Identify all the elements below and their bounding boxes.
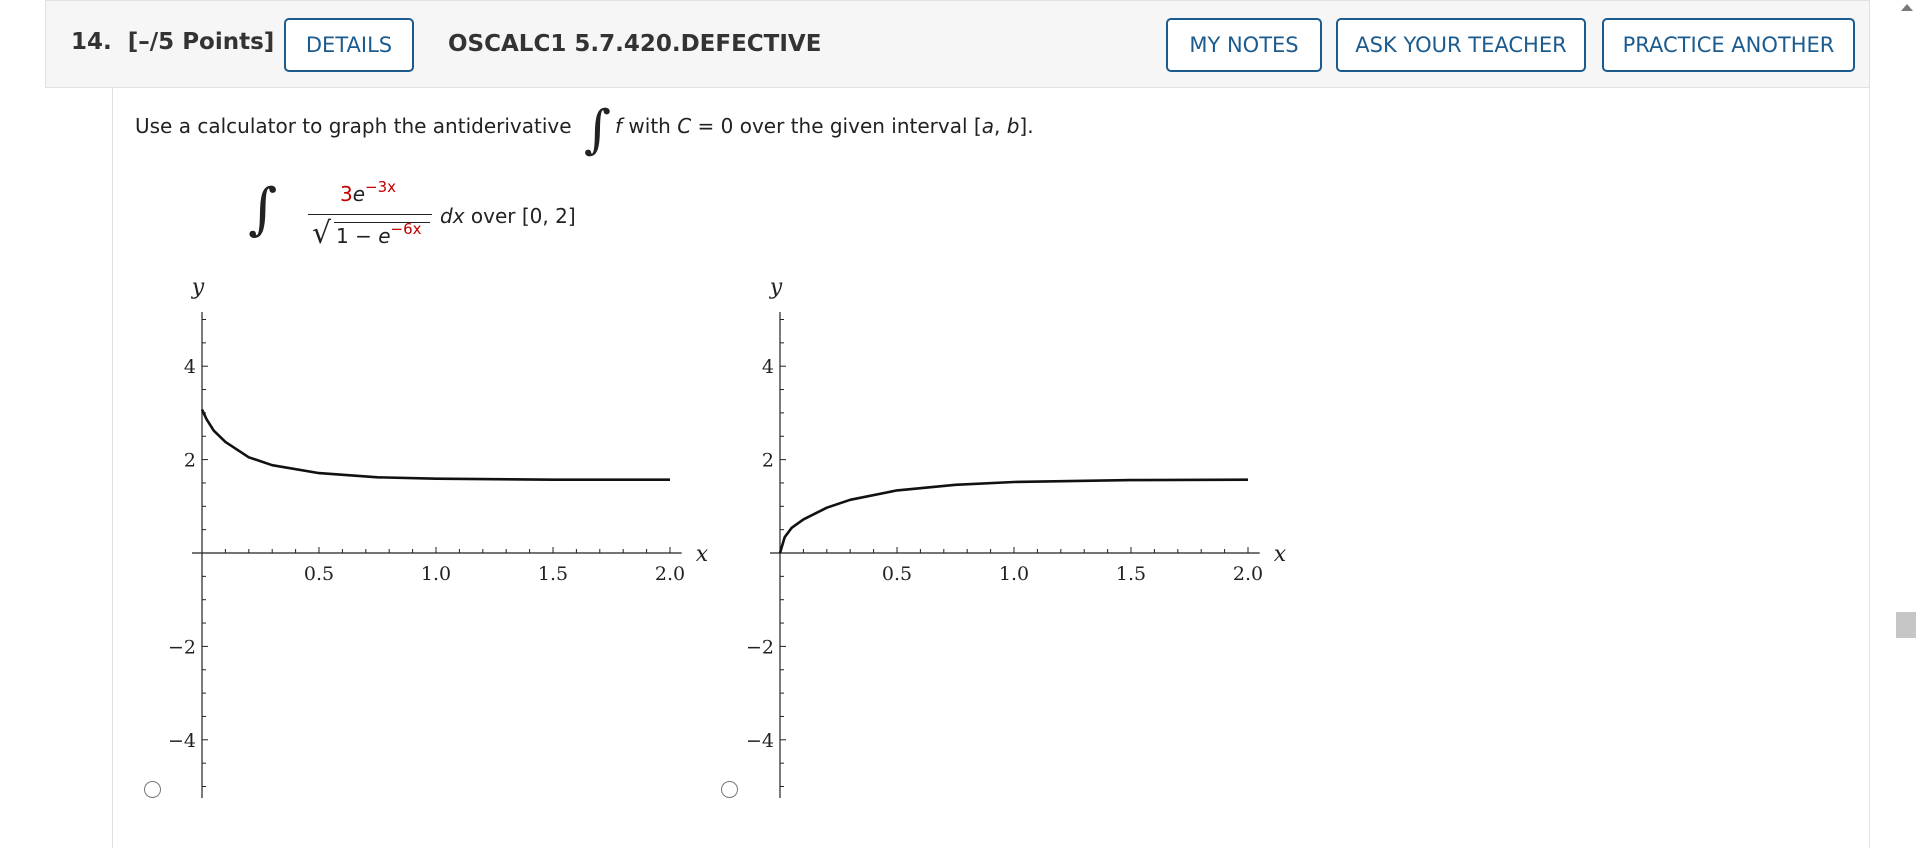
- ask-your-teacher-button[interactable]: ASK YOUR TEACHER: [1336, 18, 1586, 72]
- y-axis-label: y: [191, 275, 205, 300]
- y-tick-label: 4: [184, 356, 196, 378]
- details-button[interactable]: DETAILS: [284, 18, 414, 72]
- question-header: 14. [–/5 Points] DETAILS OSCALC1 5.7.420…: [45, 0, 1870, 88]
- numerator-coef: 3: [340, 182, 353, 206]
- answer-radio-2[interactable]: [721, 781, 738, 798]
- x-axis-label: x: [696, 542, 709, 567]
- denominator-base: e: [378, 224, 391, 248]
- formula-dx: dx: [440, 204, 465, 228]
- x-tick-label: 0.5: [304, 563, 334, 585]
- denominator-prefix: 1 −: [336, 224, 379, 248]
- y-tick-label: −4: [746, 730, 774, 752]
- question-code: OSCALC1 5.7.420.DEFECTIVE: [448, 31, 822, 57]
- question-number-and-points: 14. [–/5 Points]: [71, 29, 274, 55]
- x-tick-label: 1.0: [999, 563, 1029, 585]
- instruction-f: f: [615, 114, 623, 138]
- x-tick-label: 2.0: [655, 563, 685, 585]
- instruction-equals: = 0 over the given interval [: [697, 114, 982, 138]
- answer-radio-1[interactable]: [144, 781, 161, 798]
- practice-another-button[interactable]: PRACTICE ANOTHER: [1602, 18, 1855, 72]
- curve-line: [200, 409, 670, 481]
- question-points: [–/5 Points]: [127, 29, 275, 55]
- sqrt-icon: √: [312, 216, 332, 251]
- curve-line: [778, 478, 1249, 554]
- instruction-text: Use a calculator to graph the antideriva…: [135, 114, 572, 138]
- question-number: 14.: [71, 29, 112, 55]
- formula-suffix: dx over [0, 2]: [440, 204, 576, 228]
- x-tick-label: 2.0: [1233, 563, 1263, 585]
- y-tick-label: −4: [168, 730, 196, 752]
- y-tick-label: 2: [762, 450, 774, 472]
- y-tick-label: 4: [762, 356, 774, 378]
- x-tick-label: 0.5: [882, 563, 912, 585]
- scrollbar-thumb[interactable]: [1896, 612, 1916, 638]
- formula-integral-symbol: ∫: [248, 177, 278, 242]
- formula-interval: over [0, 2]: [470, 204, 576, 228]
- numerator-base: e: [352, 182, 366, 206]
- scroll-up-arrow-icon[interactable]: [1901, 4, 1913, 11]
- answer-graph-1: 0.5 1.0 1.5 2.0 4 2 −2 −4 x y: [168, 275, 709, 798]
- denominator-exponent: −6x: [390, 220, 422, 238]
- x-tick-label: 1.5: [1116, 563, 1146, 585]
- instruction-end: ].: [1019, 114, 1034, 138]
- numerator: 3e−3x: [340, 178, 396, 206]
- my-notes-button[interactable]: MY NOTES: [1166, 18, 1322, 72]
- numerator-exponent: −3x: [365, 178, 397, 196]
- x-axis-label: x: [1274, 542, 1287, 567]
- answer-graph-2: 0.5 1.0 1.5 2.0 4 2 −2 −4 x y: [746, 275, 1287, 798]
- y-axis-label: y: [769, 275, 783, 300]
- x-tick-label: 1.0: [421, 563, 451, 585]
- instruction-C: C: [677, 114, 692, 138]
- instruction-b: b: [1006, 114, 1020, 138]
- fraction-line: [308, 214, 432, 215]
- y-tick-label: −2: [746, 636, 774, 658]
- instruction-with: with: [628, 114, 671, 138]
- y-tick-label: 2: [184, 450, 196, 472]
- y-tick-label: −2: [168, 636, 196, 658]
- instruction-comma: ,: [993, 114, 1007, 138]
- denominator: 1 − e−6x: [336, 220, 422, 248]
- x-tick-label: 1.5: [538, 563, 568, 585]
- question-instruction: Use a calculator to graph the antideriva…: [135, 100, 1034, 160]
- instruction-a: a: [981, 114, 994, 138]
